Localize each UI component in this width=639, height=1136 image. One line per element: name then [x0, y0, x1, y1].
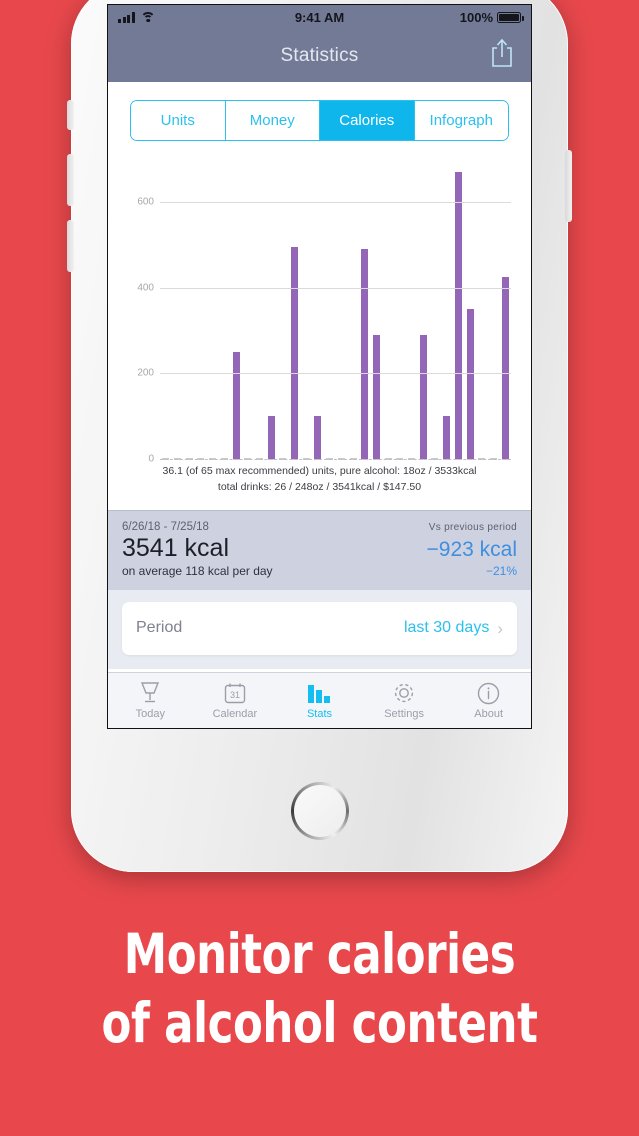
y-axis-label-200: 200 [137, 367, 154, 379]
marketing-copy: Monitor calories of alcohol content [0, 920, 639, 1059]
calendar-icon: 31 [224, 681, 246, 705]
battery-percentage: 100% [459, 10, 493, 25]
gridline-0 [160, 459, 511, 460]
tab-bar-label-today: Today [135, 708, 165, 720]
segmented-control[interactable]: Units Money Calories Infograph [130, 100, 509, 141]
caption-line-2: total drinks: 26 / 248oz / 3541kcal / $1… [217, 481, 422, 494]
battery-icon [497, 12, 524, 23]
tab-bar-item-about[interactable]: About [446, 673, 531, 728]
summary-panel: 6/26/18 - 7/25/18 Vs previous period 354… [108, 509, 531, 590]
tab-bar-label-calendar: Calendar [212, 708, 258, 720]
chart-bar [232, 351, 240, 459]
tab-calories[interactable]: Calories [320, 101, 415, 140]
info-icon [477, 681, 500, 705]
summary-date-range: 6/26/18 - 7/25/18 [122, 520, 209, 533]
calories-bar-chart: 0 200 400 600 [120, 159, 519, 465]
chart-card: 0 200 400 600 36.1 (of 65 max recommended) … [108, 159, 531, 510]
chart-bar [443, 416, 451, 459]
y-axis-label-400: 400 [137, 282, 154, 294]
summary-delta-calories: −923 kcal [426, 537, 517, 561]
share-icon[interactable] [489, 38, 515, 68]
gridline-200 [160, 373, 511, 375]
tab-bar-item-stats[interactable]: Stats [277, 673, 362, 728]
marketing-line-1: Monitor calories [123, 922, 516, 986]
summary-average-text: on average 118 kcal per day [122, 563, 273, 578]
y-axis-label-0: 0 [148, 453, 154, 465]
chart-caption: 36.1 (of 65 max recommended) units, pure… [108, 459, 531, 506]
home-button[interactable] [290, 782, 349, 840]
tab-bar-item-calendar[interactable]: 31 Calendar [193, 673, 278, 728]
chart-bar [419, 334, 427, 459]
period-row[interactable]: Period last 30 days › [122, 601, 517, 655]
marketing-line-2: of alcohol content [101, 991, 538, 1056]
tab-money[interactable]: Money [225, 101, 320, 140]
bottom-tab-bar: Today 31 Calendar Stats Settings About [108, 672, 531, 728]
volume-down-button[interactable] [67, 220, 74, 272]
chart-bar [501, 276, 509, 459]
tab-bar-label-settings: Settings [384, 708, 424, 720]
status-bar: 9:41 AM 100% [108, 5, 531, 30]
power-button[interactable] [565, 150, 572, 222]
chart-bar [291, 246, 299, 459]
phone-device: 9:41 AM 100% Statistics Units Money Calo… [67, 0, 572, 872]
gear-icon [392, 681, 416, 705]
tab-bar-label-stats: Stats [306, 708, 333, 720]
chart-bar [466, 309, 474, 459]
glass-icon [139, 681, 161, 705]
bar-chart-icon [307, 681, 331, 705]
summary-total-calories: 3541 kcal [122, 533, 230, 562]
chart-bar [361, 249, 369, 459]
tab-bar-item-today[interactable]: Today [108, 673, 193, 728]
period-section: Period last 30 days › [108, 589, 531, 669]
page-title: Statistics [280, 45, 359, 66]
gridline-400 [160, 287, 511, 289]
volume-up-button[interactable] [67, 154, 74, 206]
summary-vs-label: Vs previous period [428, 521, 517, 533]
chart-bar [267, 416, 275, 459]
tab-units[interactable]: Units [131, 101, 226, 140]
svg-text:31: 31 [230, 690, 240, 700]
chart-bar [454, 171, 462, 459]
caption-line-1: 36.1 (of 65 max recommended) units, pure… [162, 465, 477, 477]
y-axis-label-600: 600 [137, 196, 154, 208]
chart-bar [372, 334, 380, 459]
tab-bar-item-settings[interactable]: Settings [362, 673, 447, 728]
chart-plot-area [160, 159, 511, 460]
tab-bar-label-about: About [474, 708, 504, 720]
period-label: Period [136, 619, 183, 637]
mute-switch[interactable] [67, 100, 74, 130]
segmented-control-wrap: Units Money Calories Infograph [108, 82, 531, 151]
chevron-right-icon: › [497, 618, 503, 638]
period-value[interactable]: last 30 days [404, 619, 489, 637]
summary-delta-percent: −21% [485, 563, 517, 578]
phone-screen: 9:41 AM 100% Statistics Units Money Calo… [107, 4, 532, 729]
chart-bar [314, 416, 322, 459]
gridline-600 [160, 201, 511, 203]
tab-infograph[interactable]: Infograph [414, 101, 508, 140]
navigation-bar: Statistics [108, 30, 531, 82]
